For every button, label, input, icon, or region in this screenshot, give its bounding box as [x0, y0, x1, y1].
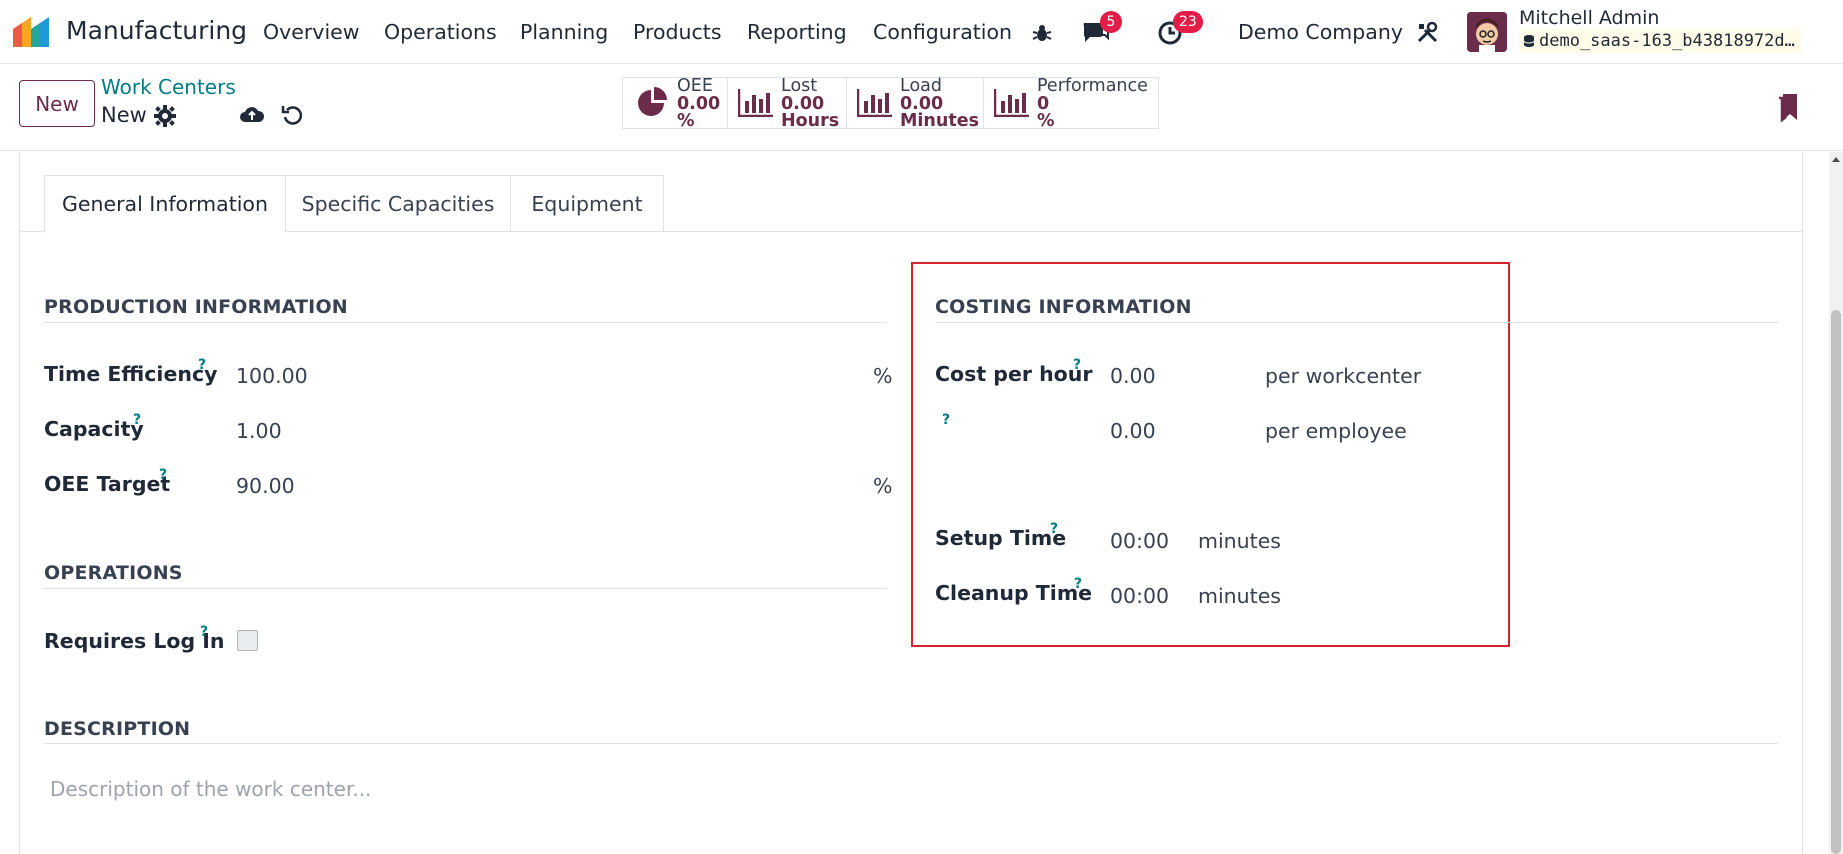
cost-per-hour-label: Cost per hour	[935, 362, 1093, 386]
stat-performance-label: Performance	[1037, 76, 1148, 96]
capacity-input[interactable]: 1.00	[236, 419, 282, 443]
costing-section-title: COSTING INFORMATION	[935, 296, 1192, 318]
top-navbar: Manufacturing Overview Operations Planni…	[0, 0, 1843, 64]
control-panel: New Work Centers New OEE 0.00 % Lost 0.0…	[0, 65, 1843, 151]
cleanup-time-label: Cleanup Time	[935, 581, 1093, 605]
debug-bug-icon[interactable]	[1027, 18, 1057, 48]
setup-time-help[interactable]: ?	[1050, 521, 1058, 537]
production-section-title: PRODUCTION INFORMATION	[44, 296, 348, 318]
stat-oee-button[interactable]: OEE 0.00 %	[622, 77, 727, 131]
cleanup-time-unit: minutes	[1198, 584, 1281, 608]
tools-icon[interactable]	[1413, 18, 1443, 48]
menu-reporting[interactable]: Reporting	[747, 20, 847, 44]
cost-per-hour-input[interactable]: 0.00	[1110, 364, 1156, 388]
stat-load-unit: Minutes	[900, 111, 979, 131]
section-divider	[44, 588, 887, 589]
setup-time-label: Setup Time	[935, 526, 1067, 550]
description-section-title: DESCRIPTION	[44, 718, 191, 740]
time-efficiency-input[interactable]: 100.00	[236, 364, 308, 388]
time-efficiency-label: Time Efficiency	[44, 362, 218, 386]
time-efficiency-help[interactable]: ?	[198, 357, 206, 373]
per-employee-unit: per employee	[1265, 419, 1407, 443]
database-icon	[1523, 35, 1535, 47]
requires-login-help[interactable]: ?	[200, 624, 208, 640]
stat-performance-button[interactable]: Performance 0 %	[984, 76, 1159, 131]
tab-general-information[interactable]: General Information	[44, 175, 286, 233]
requires-login-label: Requires Log In	[44, 629, 225, 653]
oee-target-input[interactable]: 90.00	[236, 474, 295, 498]
discard-undo-icon[interactable]	[280, 102, 306, 128]
cost-per-workcenter-unit: per workcenter	[1265, 364, 1422, 388]
bar-chart-icon	[857, 89, 892, 117]
stat-performance-unit: %	[1037, 111, 1055, 131]
breadcrumb-current: New	[101, 103, 147, 127]
pie-chart-icon	[638, 87, 667, 116]
chat-messages-icon[interactable]: 5	[1080, 11, 1122, 48]
scroll-up-arrow-icon[interactable]	[1830, 154, 1842, 166]
menu-configuration[interactable]: Configuration	[873, 20, 1012, 44]
manufacturing-app-icon[interactable]	[13, 17, 55, 47]
database-name-text: demo_saas-163_b43818972d…	[1539, 31, 1795, 51]
menu-overview[interactable]: Overview	[263, 20, 360, 44]
tab-specific-capacities[interactable]: Specific Capacities	[285, 175, 511, 232]
user-name[interactable]: Mitchell Admin	[1519, 7, 1659, 29]
tab-equipment[interactable]: Equipment	[510, 175, 664, 232]
scrollbar-thumb[interactable]	[1831, 310, 1841, 854]
breadcrumb-work-centers[interactable]: Work Centers	[101, 75, 236, 99]
user-avatar[interactable]	[1467, 12, 1507, 52]
menu-operations[interactable]: Operations	[384, 20, 497, 44]
bar-chart-icon	[994, 89, 1029, 117]
bookmark-icon[interactable]	[1776, 91, 1802, 123]
stat-load-button[interactable]: Load 0.00 Minutes	[847, 77, 983, 131]
description-editor[interactable]: Description of the work center...	[50, 777, 371, 801]
setup-time-unit: minutes	[1198, 529, 1281, 553]
section-divider	[44, 322, 887, 323]
save-cloud-icon[interactable]	[239, 102, 265, 128]
cleanup-time-help[interactable]: ?	[1074, 576, 1082, 592]
oee-target-label: OEE Target	[44, 472, 171, 496]
gear-icon[interactable]	[154, 105, 176, 127]
requires-login-checkbox[interactable]	[237, 630, 258, 651]
chat-count-badge: 5	[1100, 11, 1122, 33]
capacity-label: Capacity	[44, 417, 144, 441]
activity-clock-icon[interactable]: 23	[1155, 11, 1203, 48]
capacity-help[interactable]: ?	[133, 412, 141, 428]
menu-planning[interactable]: Planning	[520, 20, 608, 44]
section-divider	[935, 322, 1778, 323]
time-efficiency-unit: %	[873, 364, 893, 388]
oee-target-help[interactable]: ?	[159, 467, 167, 483]
app-name[interactable]: Manufacturing	[66, 16, 247, 45]
new-button[interactable]: New	[19, 80, 95, 127]
stat-oee-unit: %	[677, 111, 695, 131]
cost-per-hour-help[interactable]: ?	[1073, 357, 1081, 373]
cleanup-time-input[interactable]: 00:00	[1110, 584, 1169, 608]
company-switcher[interactable]: Demo Company	[1238, 20, 1403, 44]
employee-cost-input[interactable]: 0.00	[1110, 419, 1156, 443]
employee-cost-help[interactable]: ?	[942, 412, 950, 428]
database-name: demo_saas-163_b43818972d…	[1519, 29, 1801, 53]
stat-lost-button[interactable]: Lost 0.00 Hours	[728, 77, 846, 131]
setup-time-input[interactable]: 00:00	[1110, 529, 1169, 553]
stat-lost-unit: Hours	[781, 111, 840, 131]
operations-section-title: OPERATIONS	[44, 562, 183, 584]
bar-chart-icon	[738, 89, 773, 117]
section-divider	[44, 743, 1778, 744]
activity-count-badge: 23	[1173, 11, 1203, 33]
oee-target-unit: %	[873, 474, 893, 498]
menu-products[interactable]: Products	[633, 20, 722, 44]
